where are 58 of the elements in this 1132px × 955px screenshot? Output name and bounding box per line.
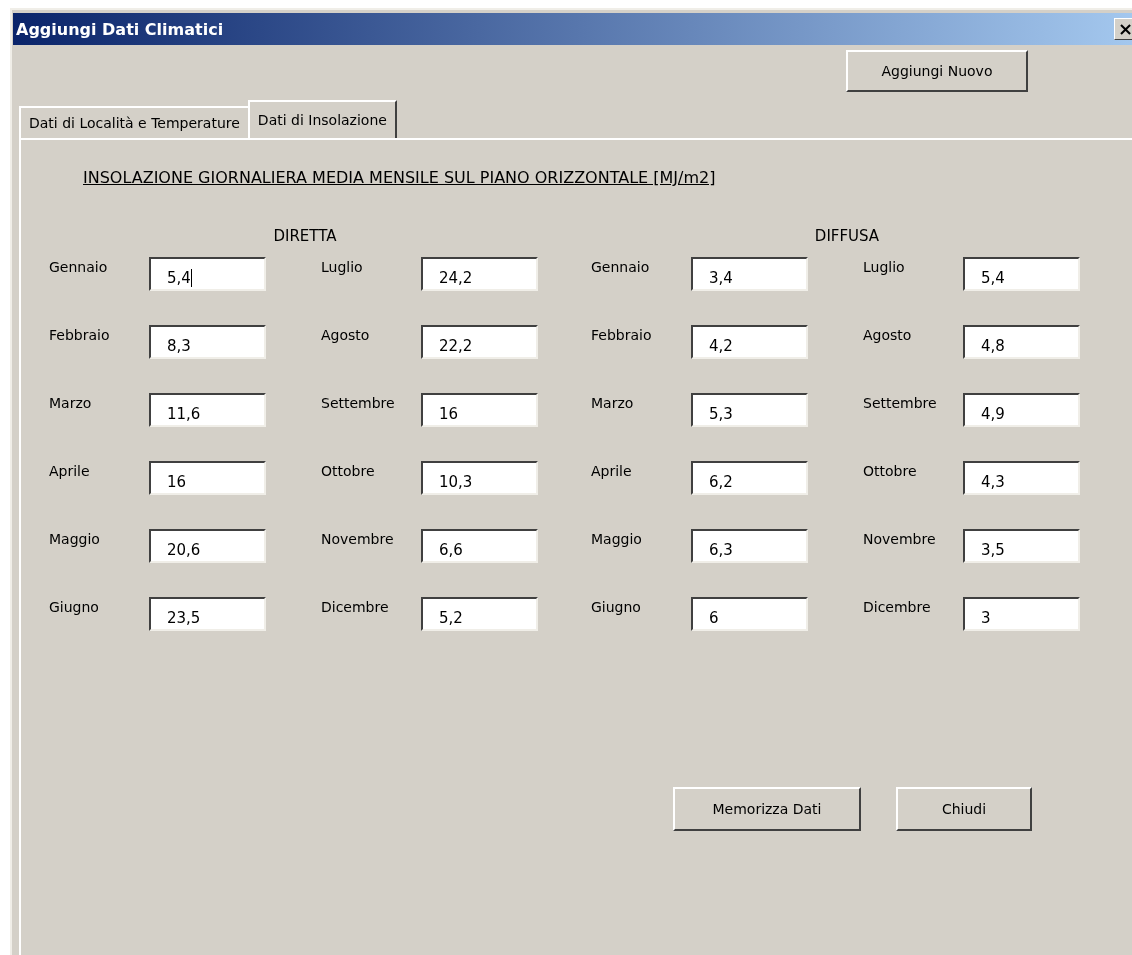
month-label: Febbraio bbox=[49, 326, 111, 343]
month-label: Settembre bbox=[863, 394, 938, 411]
input-field[interactable]: 6,2 bbox=[691, 461, 808, 495]
save-button[interactable]: Memorizza Dati bbox=[673, 787, 861, 831]
input-field[interactable]: 4,3 bbox=[963, 461, 1080, 495]
tab[interactable]: Dati di Insolazione bbox=[247, 100, 397, 138]
input-field[interactable]: 3,5 bbox=[963, 529, 1080, 563]
input-field[interactable]: 8,3 bbox=[149, 325, 266, 359]
input-field[interactable]: 6,6 bbox=[421, 529, 538, 563]
add-new-button[interactable]: Aggiungi Nuovo bbox=[846, 50, 1028, 92]
month-label: Febbraio bbox=[591, 326, 653, 343]
input-field[interactable]: 5,3 bbox=[691, 393, 808, 427]
input-field[interactable]: 4,2 bbox=[691, 325, 808, 359]
input-field[interactable]: 5,2 bbox=[421, 597, 538, 631]
month-label: Dicembre bbox=[863, 598, 932, 615]
group-title: DIFFUSA bbox=[814, 227, 880, 245]
month-label: Marzo bbox=[49, 394, 93, 411]
input-field[interactable]: 22,2 bbox=[421, 325, 538, 359]
input-field[interactable]: 5,4 bbox=[963, 257, 1080, 291]
input-field[interactable]: 4,8 bbox=[963, 325, 1080, 359]
input-field[interactable]: 6,3 bbox=[691, 529, 808, 563]
month-label: Maggio bbox=[49, 530, 101, 547]
month-label: Luglio bbox=[321, 258, 364, 275]
input-field[interactable]: 11,6 bbox=[149, 393, 266, 427]
input-field[interactable]: 3,4 bbox=[691, 257, 808, 291]
input-field[interactable]: 10,3 bbox=[421, 461, 538, 495]
month-label: Ottobre bbox=[863, 462, 918, 479]
month-label: Giugno bbox=[591, 598, 642, 615]
section-heading: INSOLAZIONE GIORNALIERA MEDIA MENSILE SUL PIANO ORIZZONTALE [MJ/m2] bbox=[83, 168, 716, 187]
group-title: DIRETTA bbox=[273, 227, 337, 245]
month-label: Novembre bbox=[863, 530, 937, 547]
input-field[interactable]: 16 bbox=[421, 393, 538, 427]
month-label: Giugno bbox=[49, 598, 100, 615]
input-field[interactable]: 20,6 bbox=[149, 529, 266, 563]
month-label: Luglio bbox=[863, 258, 906, 275]
close-dialog-button[interactable]: Chiudi bbox=[896, 787, 1032, 831]
tab[interactable]: Dati di Località e Temperature bbox=[19, 106, 250, 138]
month-label: Gennaio bbox=[591, 258, 651, 275]
month-label: Settembre bbox=[321, 394, 396, 411]
month-label: Ottobre bbox=[321, 462, 376, 479]
input-field[interactable]: 4,9 bbox=[963, 393, 1080, 427]
month-label: Maggio bbox=[591, 530, 643, 547]
input-field[interactable]: 3 bbox=[963, 597, 1080, 631]
month-label: Agosto bbox=[863, 326, 913, 343]
input-field[interactable]: 24,2 bbox=[421, 257, 538, 291]
month-label: Dicembre bbox=[321, 598, 390, 615]
month-label: Marzo bbox=[591, 394, 635, 411]
close-button[interactable]: × bbox=[1114, 18, 1132, 40]
input-field[interactable]: 6 bbox=[691, 597, 808, 631]
input-field[interactable]: 16 bbox=[149, 461, 266, 495]
input-field[interactable]: 5,4 bbox=[149, 257, 266, 291]
month-label: Agosto bbox=[321, 326, 371, 343]
window-title: Aggiungi Dati Climatici bbox=[15, 19, 224, 39]
month-label: Gennaio bbox=[49, 258, 109, 275]
month-label: Novembre bbox=[321, 530, 395, 547]
input-field[interactable]: 23,5 bbox=[149, 597, 266, 631]
month-label: Aprile bbox=[49, 462, 91, 479]
month-label: Aprile bbox=[591, 462, 633, 479]
